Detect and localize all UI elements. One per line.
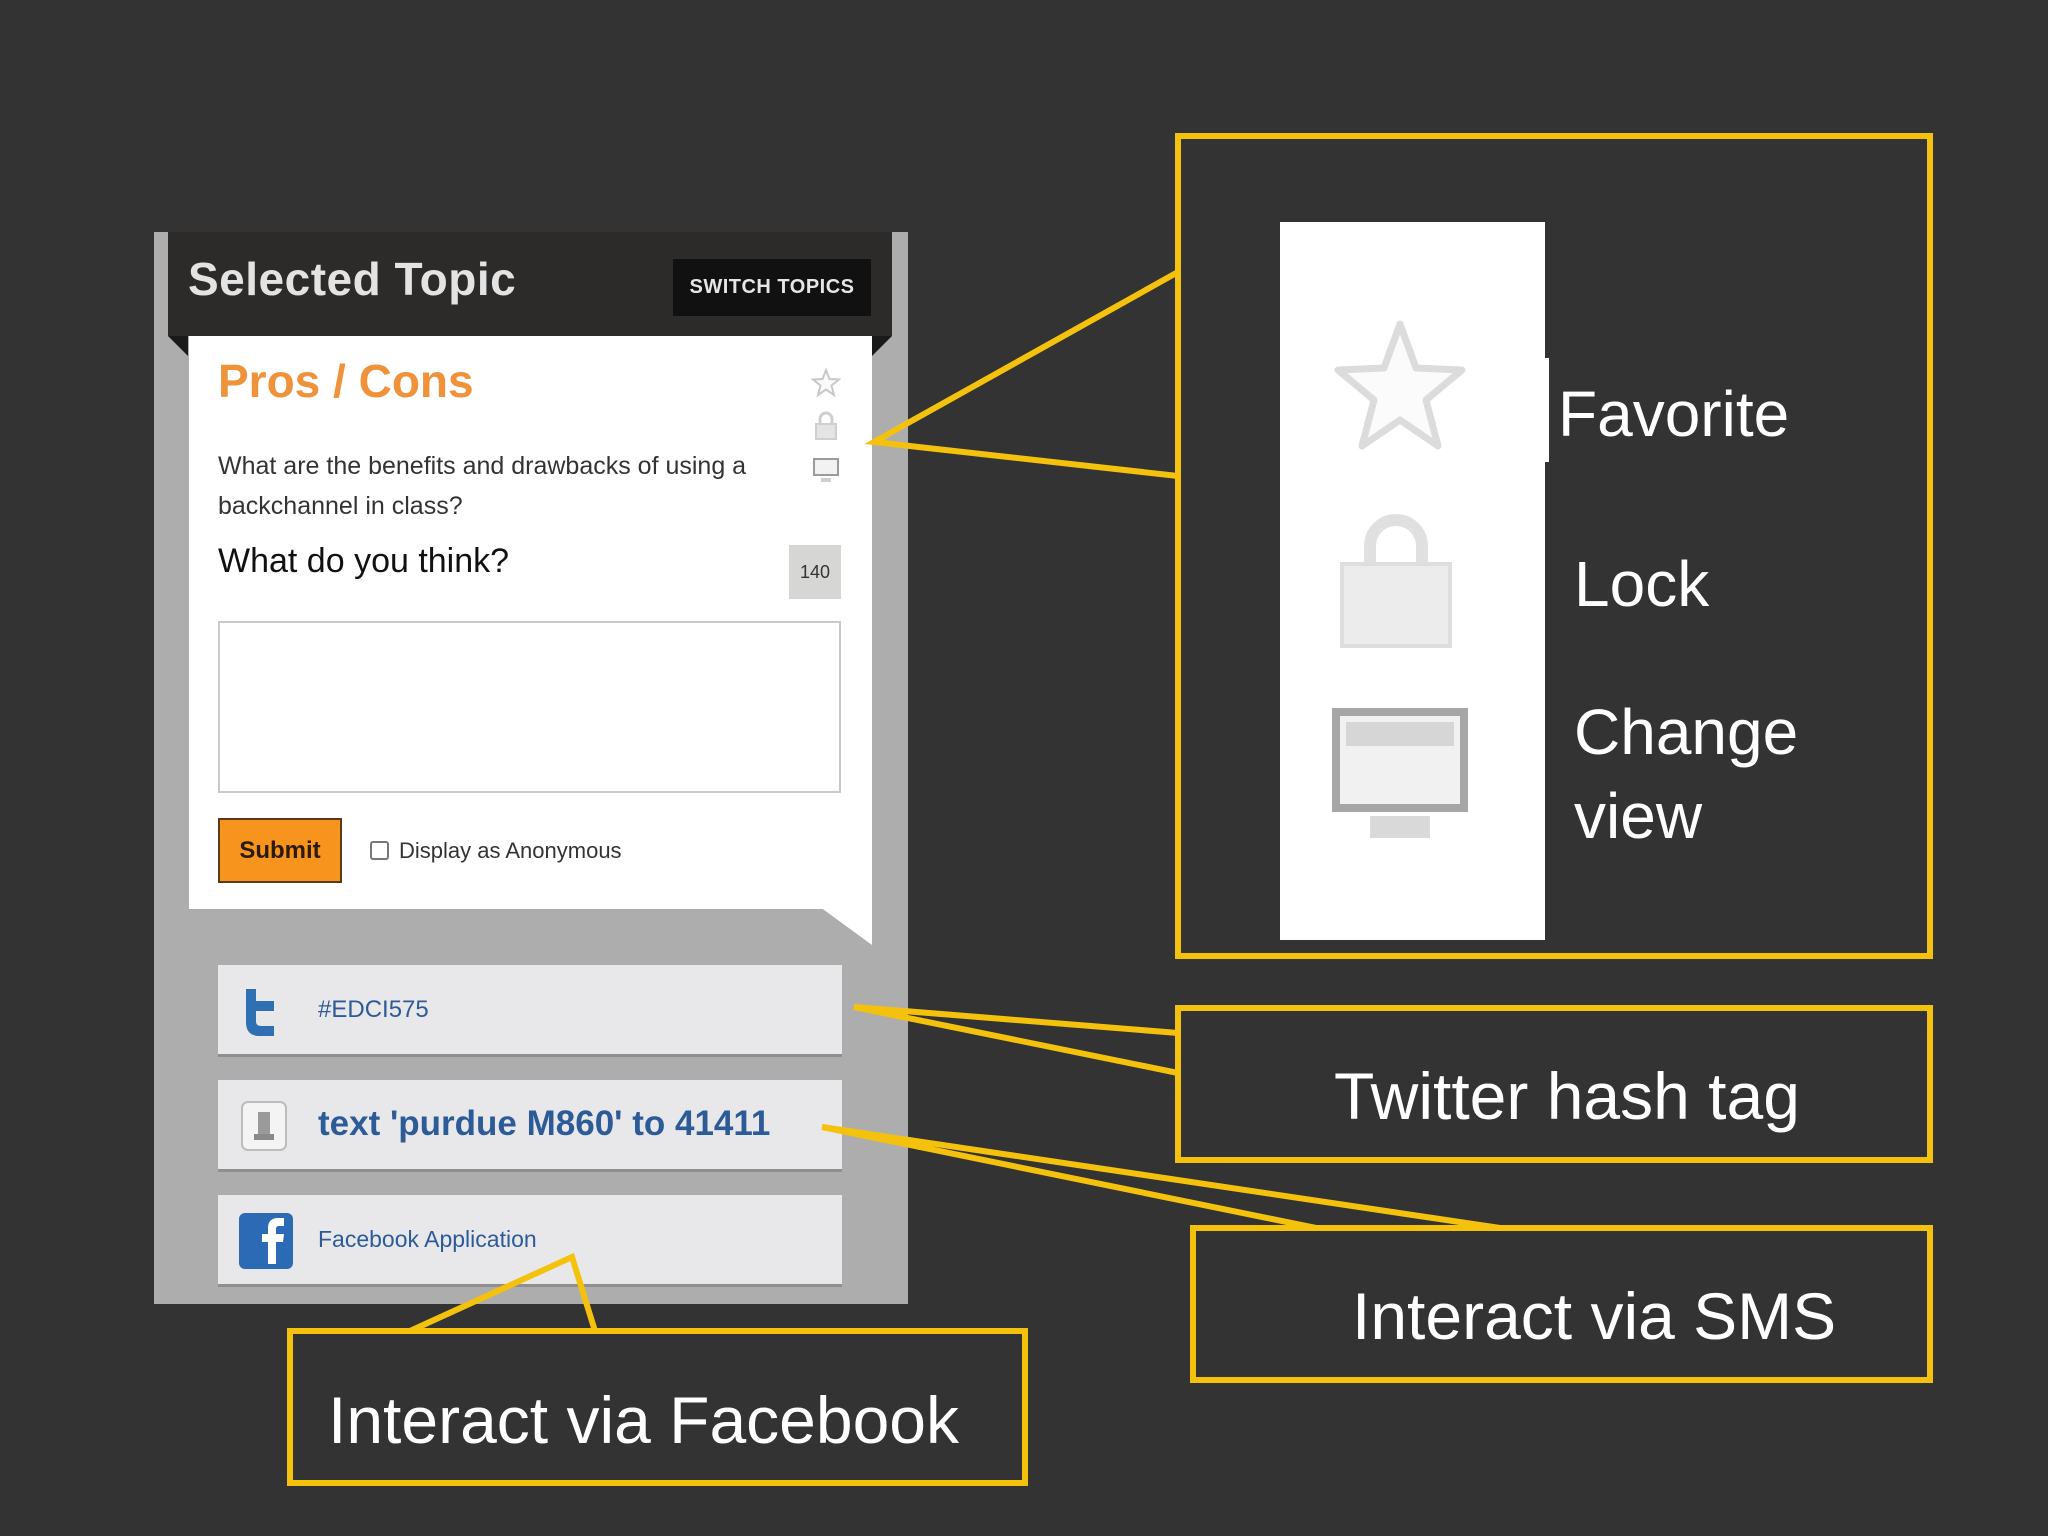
- twitter-icon: [246, 989, 274, 1036]
- submit-button[interactable]: Submit: [218, 818, 342, 883]
- change-view-label: Change view: [1574, 696, 1799, 852]
- favorite-label: Favorite: [1558, 378, 1790, 450]
- twitter-row[interactable]: [218, 965, 842, 1057]
- header-title: Selected Topic: [188, 253, 517, 305]
- topic-title: Pros / Cons: [218, 355, 474, 407]
- card-tail: [820, 907, 872, 945]
- facebook-link[interactable]: Facebook Application: [318, 1226, 537, 1253]
- phone-icon: [241, 1101, 287, 1151]
- facebook-icon: [239, 1213, 293, 1269]
- monitor-icon-enlarged: [1332, 708, 1468, 838]
- lock-icon[interactable]: [811, 410, 841, 442]
- sms-callout-label: Interact via SMS: [1352, 1279, 1837, 1353]
- header-fold-right: [872, 336, 892, 356]
- answer-input[interactable]: [218, 621, 841, 793]
- star-icon-enlarged: [1334, 320, 1466, 450]
- icon-legend-pointer: [864, 269, 1180, 479]
- monitor-icon[interactable]: [811, 456, 841, 486]
- legend-notch: [1535, 358, 1549, 462]
- facebook-callout-label: Interact via Facebook: [328, 1383, 959, 1457]
- switch-topics-button[interactable]: SWITCH TOPICS: [673, 259, 871, 316]
- lock-label: Lock: [1574, 548, 1710, 620]
- header-fold-left: [168, 336, 188, 356]
- character-counter: 140: [789, 545, 841, 599]
- prompt-label: What do you think?: [218, 542, 510, 580]
- anonymous-checkbox[interactable]: [370, 841, 389, 860]
- topic-question: What are the benefits and drawbacks of u…: [218, 452, 747, 520]
- twitter-hashtag[interactable]: #EDCI575: [318, 996, 429, 1024]
- sms-instruction: text 'purdue M860' to 41411: [318, 1104, 771, 1143]
- lock-icon-enlarged: [1340, 514, 1452, 648]
- anonymous-label: Display as Anonymous: [399, 838, 622, 863]
- star-icon[interactable]: [811, 368, 841, 398]
- twitter-callout-label: Twitter hash tag: [1334, 1059, 1800, 1133]
